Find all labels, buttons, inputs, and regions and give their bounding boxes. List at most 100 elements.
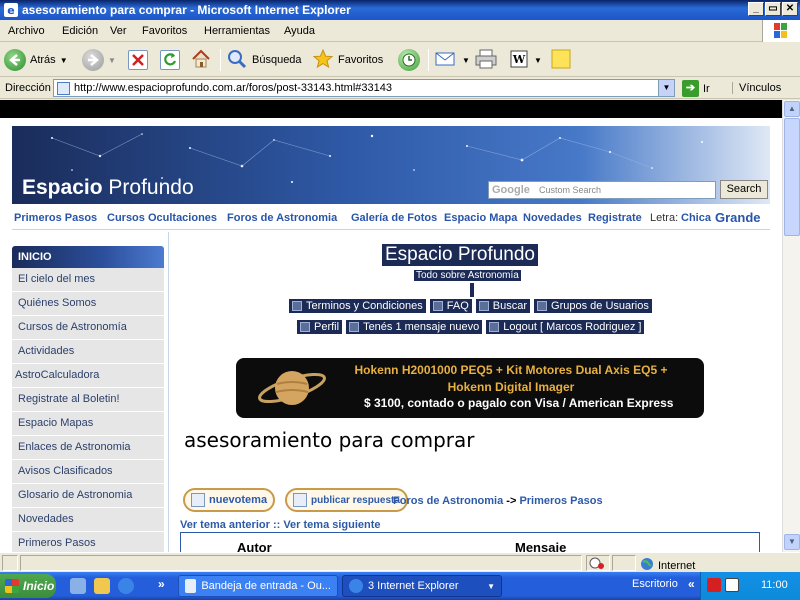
menu-item-astrocalculadora[interactable]: AstroCalculadora [12, 364, 164, 388]
menu-item-quienes[interactable]: Quiénes Somos [12, 292, 164, 316]
address-label: Dirección [5, 82, 51, 94]
system-tray: 11:00 [700, 572, 800, 600]
link-logout[interactable]: Logout [ Marcos Rodriguez ] [486, 320, 645, 334]
menu-item-enlaces[interactable]: Enlaces de Astronomia [12, 436, 164, 460]
start-button[interactable]: Inicio [0, 574, 56, 598]
menu-item-actividades[interactable]: Actividades [12, 340, 164, 364]
menu-favoritos[interactable]: Favoritos [142, 25, 187, 37]
link-terminos[interactable]: Terminos y Condiciones [289, 299, 426, 313]
link-perfil[interactable]: Perfil [297, 320, 343, 334]
forward-arrow-icon [82, 49, 104, 71]
search-button[interactable]: Búsqueda [226, 48, 302, 72]
left-menu-header[interactable]: INICIO [12, 246, 164, 268]
ie-quicklaunch-icon[interactable] [118, 578, 134, 594]
site-search-button[interactable]: Search [720, 180, 768, 199]
stop-button[interactable] [128, 48, 148, 72]
link-faq[interactable]: FAQ [429, 299, 472, 313]
go-label: Ir [703, 82, 710, 95]
back-dropdown-icon[interactable]: ▼ [60, 56, 68, 65]
deskbar-chevron-icon[interactable]: « [688, 577, 695, 591]
font-small-link[interactable]: Chica [681, 212, 711, 224]
menu-archivo[interactable]: Archivo [8, 25, 45, 37]
favorites-button[interactable]: Favoritos [312, 48, 383, 72]
nav-registrate[interactable]: Registrate [588, 212, 642, 224]
address-bar: Dirección http://www.espacioprofundo.com… [0, 77, 800, 99]
scroll-up-icon[interactable]: ▲ [784, 101, 800, 117]
new-topic-button[interactable]: nuevotema [183, 488, 276, 512]
edit-button[interactable]: W ▼ [508, 48, 542, 72]
nav-espacio-mapa[interactable]: Espacio Mapa [444, 212, 517, 224]
breadcrumb-sep: -> [506, 495, 517, 507]
menu-item-avisos[interactable]: Avisos Clasificados [12, 460, 164, 484]
menu-herramientas[interactable]: Herramientas [204, 25, 270, 37]
refresh-button[interactable] [160, 48, 180, 72]
address-input[interactable]: http://www.espacioprofundo.com.ar/foros/… [53, 79, 675, 97]
nav-foros[interactable]: Foros de Astronomia [227, 212, 337, 224]
scroll-thumb[interactable] [784, 118, 800, 236]
next-topic-link[interactable]: Ver tema siguiente [283, 519, 380, 531]
task-group-dropdown-icon[interactable]: ▼ [487, 582, 495, 591]
menu-item-primeros-pasos[interactable]: Primeros Pasos [12, 532, 164, 552]
nav-primeros-pasos[interactable]: Primeros Pasos [14, 212, 97, 224]
home-button[interactable] [190, 48, 212, 72]
sticky-note-icon [550, 48, 572, 73]
menu-ver[interactable]: Ver [110, 25, 127, 37]
mail-button[interactable]: ▼ [434, 48, 470, 72]
menu-edicion[interactable]: Edición [62, 25, 98, 37]
site-logo[interactable]: Espacio Profundo [22, 176, 194, 200]
menu-item-cursos[interactable]: Cursos de Astronomía [12, 316, 164, 340]
tray-app-icon[interactable] [707, 578, 721, 592]
quicklaunch-chevron-icon[interactable]: » [158, 577, 165, 591]
breadcrumb-forum[interactable]: Foros de Astronomia [393, 495, 503, 507]
left-menu: INICIO El cielo del mes Quiénes Somos Cu… [12, 246, 164, 552]
scroll-down-icon[interactable]: ▼ [784, 534, 800, 550]
mail-dropdown-icon[interactable]: ▼ [462, 56, 470, 65]
windows-logo-icon [762, 20, 800, 42]
history-button[interactable] [398, 48, 420, 72]
link-buscar[interactable]: Buscar [475, 299, 531, 313]
menu-ayuda[interactable]: Ayuda [284, 25, 315, 37]
menu-item-boletin[interactable]: Registrate al Boletin! [12, 388, 164, 412]
deskbar-label[interactable]: Escritorio [632, 578, 678, 590]
address-url[interactable]: http://www.espacioprofundo.com.ar/foros/… [74, 82, 392, 94]
task-outlook[interactable]: Bandeja de entrada - Ou... [178, 575, 338, 597]
go-button[interactable]: ➔ Ir [682, 80, 710, 97]
back-button[interactable]: Atrás ▼ [4, 48, 68, 72]
prev-topic-link[interactable]: Ver tema anterior [180, 519, 270, 531]
tray-v-icon[interactable] [725, 578, 739, 592]
menu-item-cielo[interactable]: El cielo del mes [12, 268, 164, 292]
search-link-icon [478, 301, 489, 311]
reply-button[interactable]: publicar respuesta [285, 488, 408, 512]
menu-item-glosario[interactable]: Glosario de Astronomia [12, 484, 164, 508]
minimize-button[interactable]: _ [748, 2, 764, 16]
vertical-scrollbar[interactable]: ▲ ▼ [782, 100, 800, 552]
star-icon [312, 48, 334, 73]
address-dropdown-icon[interactable]: ▼ [658, 80, 674, 96]
breadcrumb-section[interactable]: Primeros Pasos [519, 495, 602, 507]
popup-blocked-icon[interactable] [586, 555, 610, 571]
messenger-button[interactable] [550, 48, 572, 72]
links-button[interactable]: Vínculos [732, 82, 781, 94]
maximize-button[interactable]: ▭ [765, 2, 781, 16]
close-button[interactable]: ✕ [782, 2, 798, 16]
topic-title[interactable]: asesoramiento para comprar [184, 428, 474, 452]
task-ie[interactable]: 3 Internet Explorer ▼ [342, 575, 502, 597]
link-grupos[interactable]: Grupos de Usuarios [534, 299, 652, 313]
ie-icon: e [4, 3, 18, 17]
explorer-icon[interactable] [94, 578, 110, 594]
nav-novedades[interactable]: Novedades [523, 212, 582, 224]
nav-galeria[interactable]: Galería de Fotos [351, 212, 437, 224]
menu-item-mapas[interactable]: Espacio Mapas [12, 412, 164, 436]
show-desktop-icon[interactable] [70, 578, 86, 594]
edit-dropdown-icon[interactable]: ▼ [534, 56, 542, 65]
menu-item-novedades[interactable]: Novedades [12, 508, 164, 532]
link-mensajes[interactable]: Tenés 1 mensaje nuevo [346, 320, 483, 334]
print-button[interactable] [474, 48, 498, 72]
forward-dropdown-icon[interactable]: ▼ [108, 56, 116, 65]
font-large-link[interactable]: Grande [715, 210, 761, 225]
nav-cursos-ocultaciones[interactable]: Cursos Ocultaciones [107, 212, 217, 224]
forum-site-title[interactable]: Espacio Profundo [382, 244, 538, 266]
ad-banner[interactable]: Hokenn H2001000 PEQ5 + Kit Motores Dual … [236, 358, 704, 418]
forward-button[interactable]: ▼ [82, 48, 116, 72]
google-search-input[interactable]: Google Custom Search [488, 181, 716, 199]
